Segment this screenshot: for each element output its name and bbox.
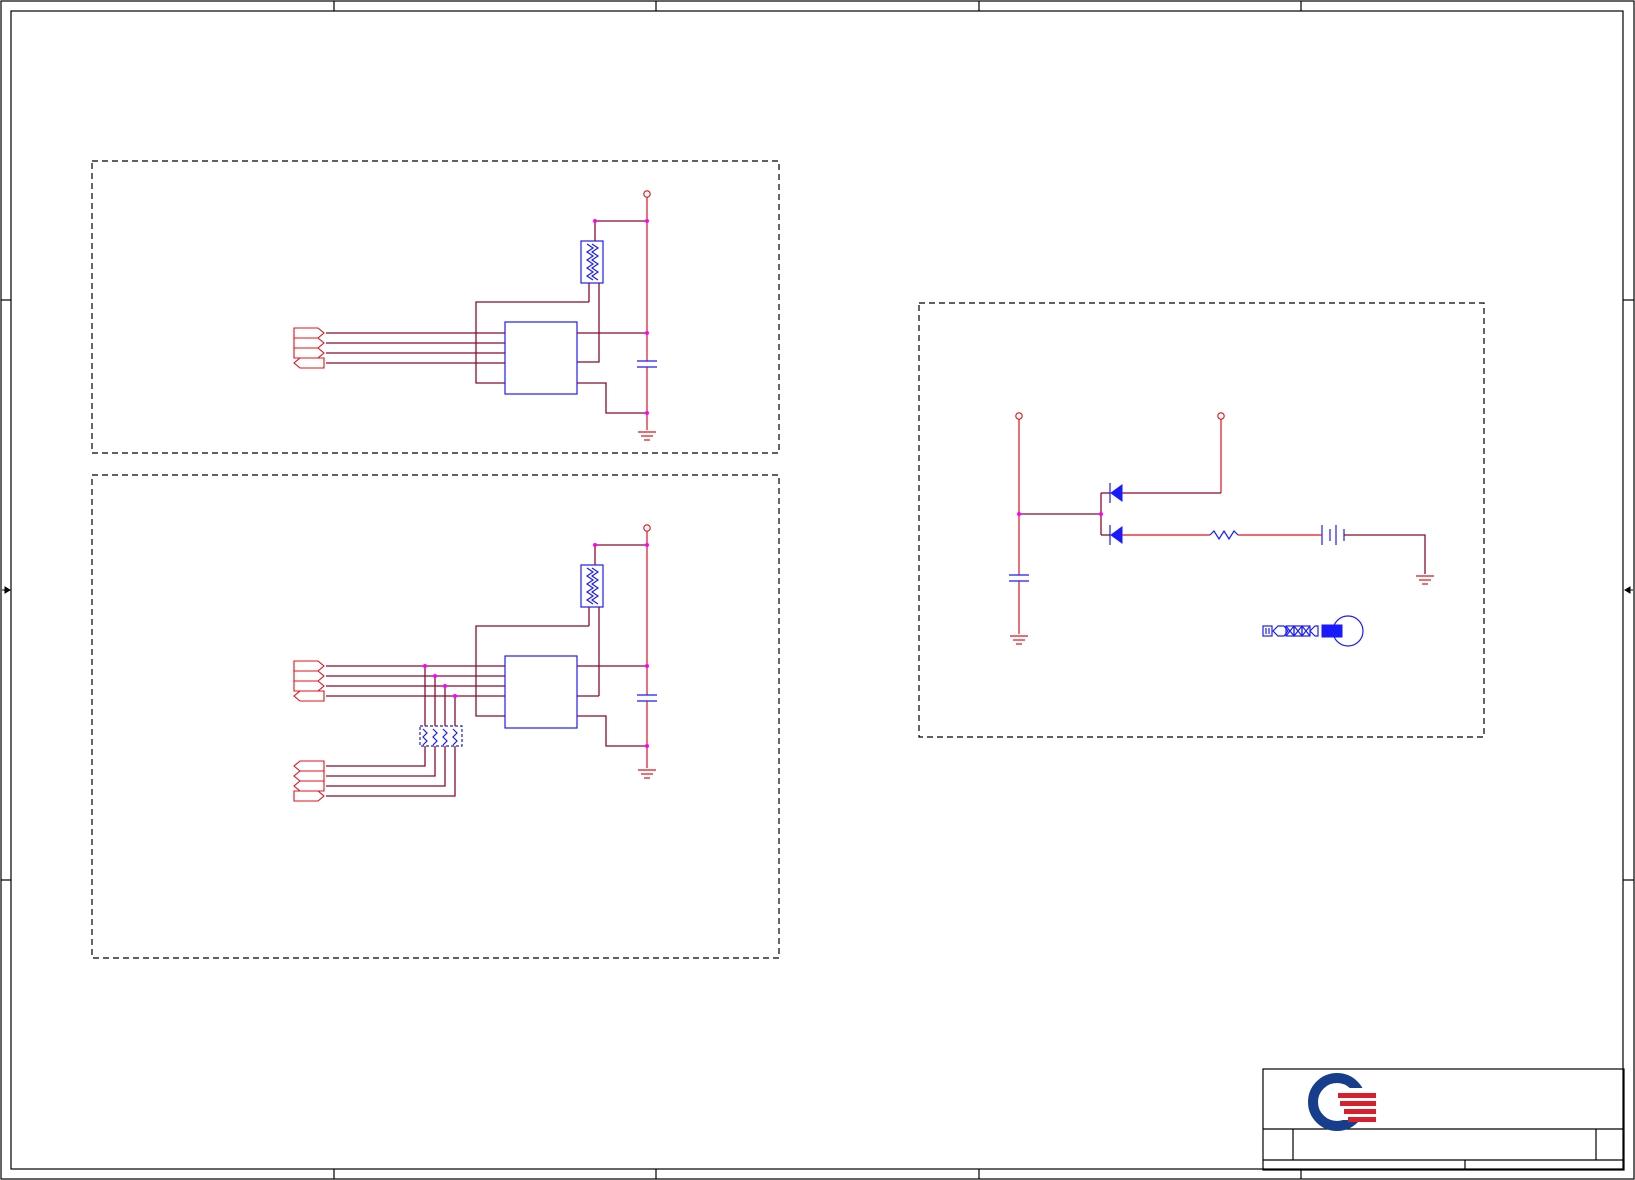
port-connectors-3 bbox=[293, 760, 325, 802]
resistor-array-2 bbox=[580, 564, 604, 608]
port-connectors-2 bbox=[293, 660, 325, 702]
title-block bbox=[1262, 1068, 1625, 1171]
ic-chip-2 bbox=[504, 655, 578, 729]
ground-symbol-2 bbox=[638, 769, 656, 779]
ground-symbol-3 bbox=[1416, 575, 1434, 585]
resistor-array-3 bbox=[419, 725, 463, 747]
coin-cell-holder bbox=[1262, 615, 1364, 647]
diode-2 bbox=[1109, 525, 1123, 545]
resistor-array-1 bbox=[580, 240, 604, 284]
circuit-block-1 bbox=[293, 190, 657, 441]
capacitor-2 bbox=[637, 694, 657, 708]
ground-symbol-1 bbox=[638, 431, 656, 441]
power-connector-2 bbox=[643, 524, 651, 532]
company-logo bbox=[1308, 1073, 1376, 1131]
power-connector-3 bbox=[1015, 412, 1023, 420]
port-connectors-1 bbox=[293, 327, 325, 369]
diode-1 bbox=[1109, 483, 1123, 503]
block-outline-top-left bbox=[91, 160, 780, 454]
power-connector-4 bbox=[1217, 412, 1225, 420]
ic-chip-1 bbox=[504, 321, 578, 395]
schematic-sheet bbox=[0, 0, 1635, 1180]
capacitor-1 bbox=[637, 360, 657, 374]
power-connector-1 bbox=[643, 190, 651, 198]
capacitor-3 bbox=[1009, 574, 1029, 634]
circuit-block-2 bbox=[293, 524, 657, 802]
drawing-frame bbox=[0, 0, 1635, 1180]
circuit-block-3 bbox=[1009, 412, 1434, 647]
ground-symbol-4 bbox=[1010, 635, 1028, 645]
battery-1 bbox=[1321, 525, 1345, 545]
block-outline-right bbox=[918, 302, 1485, 738]
resistor-1 bbox=[1209, 529, 1239, 541]
